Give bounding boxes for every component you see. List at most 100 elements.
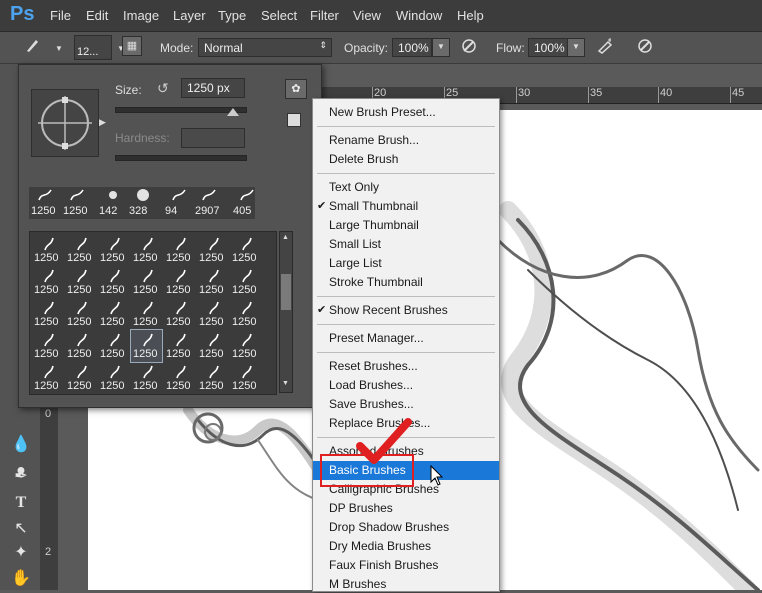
brush-preset-cell[interactable]: 1250 [98, 234, 129, 266]
airbrush-icon[interactable] [594, 37, 616, 59]
brush-tip-preview[interactable] [31, 89, 99, 157]
menu-image[interactable]: Image [123, 8, 159, 23]
menu-file[interactable]: File [50, 8, 71, 23]
brush-preset-cell[interactable]: 1250 [32, 362, 63, 394]
brush-preset-cell[interactable]: 1250 [131, 362, 162, 394]
brush-preset-cell[interactable]: 1250 [164, 234, 195, 266]
brush-preset-cell[interactable]: 1250 [65, 266, 96, 298]
brush-preset-cell[interactable]: 1250 [230, 266, 261, 298]
brush-preset-cell[interactable]: 1250 [98, 362, 129, 394]
brush-preset-cell[interactable]: 1250 [164, 266, 195, 298]
brush-preset-cell[interactable]: 1250 [32, 298, 63, 330]
brush-preset-cell[interactable]: 1250 [32, 330, 63, 362]
brush-preset-cell[interactable]: 1250 [98, 298, 129, 330]
brush-preset-cell[interactable]: 1250 [131, 298, 162, 330]
brush-preset-cell[interactable]: 1250 [164, 330, 195, 362]
menu-edit[interactable]: Edit [86, 8, 108, 23]
brush-preset-cell[interactable]: 1250 [197, 330, 228, 362]
brush-preset-cell[interactable]: 1250 [98, 330, 129, 362]
menu-window[interactable]: Window [396, 8, 442, 23]
menu-item-rename-brush[interactable]: Rename Brush... [313, 131, 499, 150]
brush-preset-cell[interactable]: 1250 [197, 362, 228, 394]
menu-view[interactable]: View [353, 8, 381, 23]
menu-item-reset-brushes[interactable]: Reset Brushes... [313, 357, 499, 376]
brush-preset-cell[interactable]: 1250 [32, 266, 63, 298]
brush-preset-cell[interactable]: 1250 [230, 330, 261, 362]
opacity-dropdown-icon[interactable]: ▼ [432, 38, 450, 57]
brush-preset-cell[interactable]: 1250 [164, 362, 195, 394]
scroll-down-icon[interactable]: ▼ [282, 380, 289, 387]
brush-preset-cell[interactable]: 1250 [65, 234, 96, 266]
recent-brush-thumbnail[interactable] [171, 188, 187, 202]
brush-preset-cell[interactable]: 1250 [230, 234, 261, 266]
scroll-up-icon[interactable]: ▲ [282, 234, 289, 241]
menu-item-save-brushes[interactable]: Save Brushes... [313, 395, 499, 414]
brush-preset-cell[interactable]: 1250 [65, 298, 96, 330]
menu-item-load-brushes[interactable]: Load Brushes... [313, 376, 499, 395]
pressure-opacity-icon[interactable] [458, 37, 480, 59]
menu-select[interactable]: Select [261, 8, 297, 23]
new-preset-icon[interactable] [287, 113, 301, 127]
menu-filter[interactable]: Filter [310, 8, 339, 23]
flow-input[interactable]: 100% [528, 38, 568, 57]
menu-item-large-thumbnail[interactable]: Large Thumbnail [313, 216, 499, 235]
menu-help[interactable]: Help [457, 8, 484, 23]
menu-item-dry-media-brushes[interactable]: Dry Media Brushes [313, 537, 499, 556]
menu-item-new-brush-preset[interactable]: New Brush Preset... [313, 103, 499, 122]
brush-preset-cell[interactable]: 1250 [65, 330, 96, 362]
menu-item-dp-brushes[interactable]: DP Brushes [313, 499, 499, 518]
size-slider-thumb[interactable] [227, 108, 240, 116]
brush-picker-button[interactable]: 12... [74, 35, 112, 60]
flow-dropdown-icon[interactable]: ▼ [567, 38, 585, 57]
custom-shape-icon[interactable]: ✦ [10, 542, 32, 564]
menu-item-drop-shadow-brushes[interactable]: Drop Shadow Brushes [313, 518, 499, 537]
menu-item-small-thumbnail[interactable]: ✔ Small Thumbnail [313, 197, 499, 216]
menu-layer[interactable]: Layer [173, 8, 206, 23]
brush-preset-cell[interactable]: 1250 [230, 298, 261, 330]
reset-size-icon[interactable]: ↺ [157, 80, 173, 96]
hand-tool-icon[interactable]: ✋ [10, 568, 32, 590]
tool-preset-dropdown-icon[interactable]: ▼ [48, 38, 70, 60]
size-input[interactable]: 1250 px [181, 78, 245, 98]
menu-item-show-recent-brushes[interactable]: ✔ Show Recent Brushes [313, 301, 499, 320]
brush-tool-icon[interactable] [22, 36, 44, 58]
brush-preset-cell[interactable]: 1250 [131, 266, 162, 298]
path-selection-icon[interactable]: ↖ [10, 518, 32, 540]
recent-brush-thumbnail[interactable] [69, 188, 85, 202]
brush-preset-cell[interactable]: 1250 [197, 234, 228, 266]
opacity-input[interactable]: 100% [392, 38, 432, 57]
brush-preset-cell[interactable]: 1250 [130, 329, 163, 363]
hardness-input[interactable] [181, 128, 245, 148]
recent-brush-thumbnail[interactable] [135, 188, 151, 202]
pen-tool-icon[interactable]: ✒ [10, 466, 32, 488]
brush-preset-cell[interactable]: 1250 [98, 266, 129, 298]
menu-item-large-list[interactable]: Large List [313, 254, 499, 273]
brush-grid-scrollbar[interactable]: ▲ ▼ [279, 231, 293, 393]
gear-icon[interactable]: ✿ [285, 79, 307, 99]
recent-brush-thumbnail[interactable] [37, 188, 53, 202]
blur-tool-icon[interactable]: 💧 [10, 434, 32, 456]
pressure-size-icon[interactable] [634, 37, 656, 59]
brush-panel-toggle-icon[interactable]: ▦ [122, 36, 142, 56]
recent-brush-thumbnail[interactable] [239, 188, 255, 202]
brush-preset-cell[interactable]: 1250 [131, 234, 162, 266]
menu-item-delete-brush[interactable]: Delete Brush [313, 150, 499, 169]
recent-brush-thumbnail[interactable] [201, 188, 217, 202]
menu-item-m-brushes[interactable]: M Brushes [313, 575, 499, 591]
mode-select[interactable]: Normal ⇕ [198, 38, 332, 57]
type-tool-icon[interactable]: T [10, 492, 32, 514]
menu-item-preset-manager[interactable]: Preset Manager... [313, 329, 499, 348]
menu-type[interactable]: Type [218, 8, 246, 23]
menu-item-text-only[interactable]: Text Only [313, 178, 499, 197]
brush-preset-cell[interactable]: 1250 [164, 298, 195, 330]
brush-preset-cell[interactable]: 1250 [65, 362, 96, 394]
menu-item-small-list[interactable]: Small List [313, 235, 499, 254]
brush-preset-cell[interactable]: 1250 [32, 234, 63, 266]
menu-item-faux-finish-brushes[interactable]: Faux Finish Brushes [313, 556, 499, 575]
hardness-slider[interactable] [115, 155, 247, 161]
brush-preset-cell[interactable]: 1250 [230, 362, 261, 394]
recent-brush-thumbnail[interactable] [105, 188, 121, 202]
scroll-thumb[interactable] [281, 274, 291, 310]
brush-preset-cell[interactable]: 1250 [197, 266, 228, 298]
brush-preset-cell[interactable]: 1250 [197, 298, 228, 330]
